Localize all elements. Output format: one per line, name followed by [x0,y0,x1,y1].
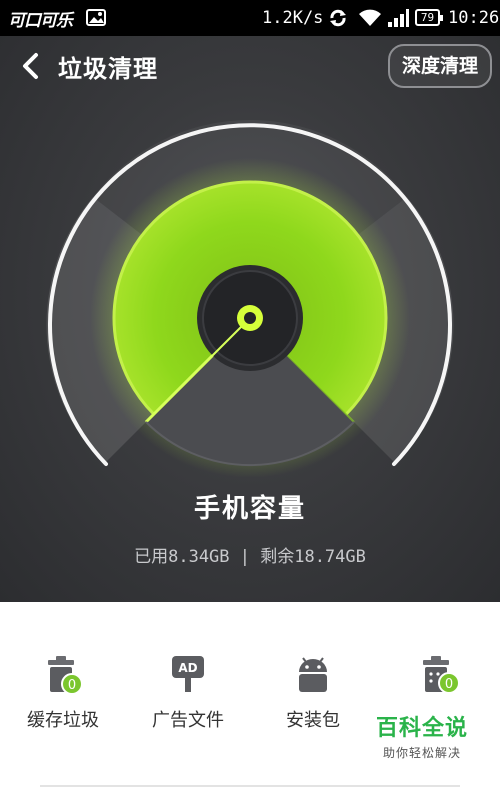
chevron-left-icon [23,53,38,79]
residual-badge: 0 [445,677,453,692]
tool-label: 缓存垃圾 [27,710,99,731]
back-button[interactable] [14,48,50,84]
status-bar: 可口可乐 1.2K/s 79 10:26 [0,0,500,36]
storage-title: 手机容量 [193,494,306,524]
trash-can-icon: 0 [3,652,123,696]
deep-clean-button[interactable]: 深度清理 [388,44,492,88]
page-title: 垃圾清理 [58,55,158,83]
watermark-subtitle: 助你轻松解决 [382,746,461,760]
sync-icon [328,8,348,33]
divider [40,785,460,787]
cache-badge: 0 [68,678,76,693]
svg-text:AD: AD [178,661,197,675]
battery-icon: 79 [415,9,443,26]
tool-residual-files[interactable]: 0 [378,652,498,706]
ad-sign-icon: AD [128,652,248,696]
tool-label: 广告文件 [152,710,224,731]
network-speed: 1.2K/s [262,8,324,28]
image-notification-icon [86,9,106,31]
watermark: 百科全说 助你轻松解决 [352,710,492,761]
carrier-logo: 可口可乐 [8,11,73,31]
android-icon [253,652,373,696]
clock: 10:26 [448,8,500,28]
signal-icon [387,8,409,33]
cleanup-tools: 0 缓存垃圾 AD 广告文件 安装包 0 百科全说 助你轻松解决 [0,602,500,789]
tool-ad-files[interactable]: AD 广告文件 [128,652,248,732]
trash-bin-icon: 0 [378,652,498,696]
storage-usage-text: 已用8.34GB | 剩余18.74GB [134,547,366,567]
storage-panel: 垃圾清理 深度清理 手机容量 已用8.34GB | 剩余18.74GB [0,36,500,602]
watermark-title: 百科全说 [375,716,468,741]
wifi-icon [358,8,382,33]
tool-cache-junk[interactable]: 0 缓存垃圾 [3,652,123,732]
